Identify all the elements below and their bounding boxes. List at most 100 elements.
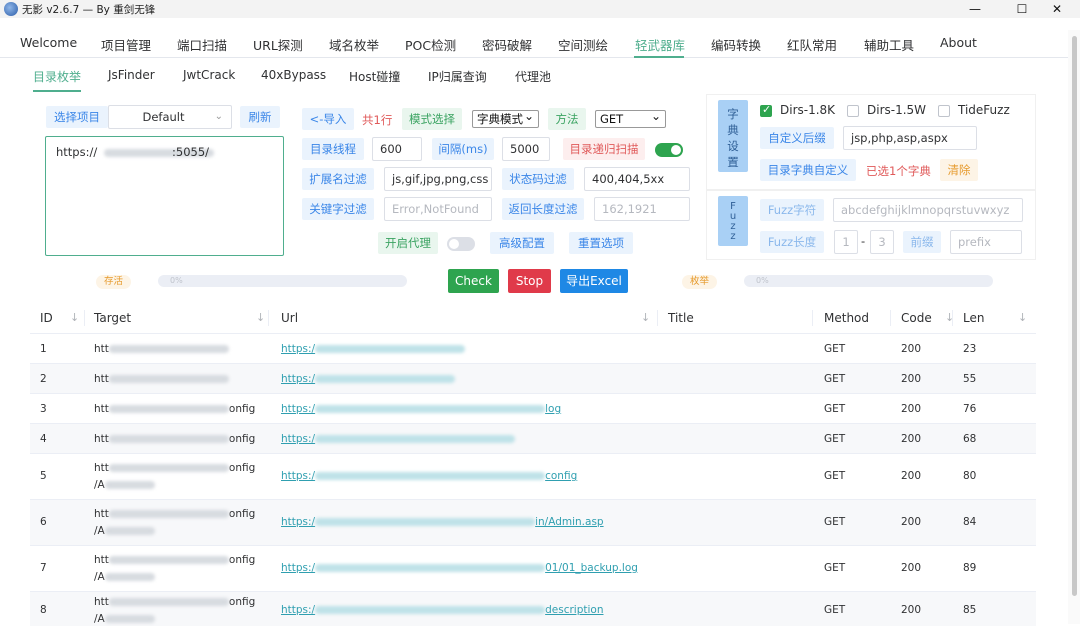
table-row[interactable]: 7 htt onfig /A https:/01/01_backup.log GE… [30, 546, 1036, 592]
table-row[interactable]: 5 htt onfig /A https:/config GET 200 80 [30, 454, 1036, 500]
cell-url-link[interactable]: https:/ [281, 373, 456, 385]
table-row[interactable]: 6 htt onfig /A https:/in/Admin.asp GET 20… [30, 500, 1036, 546]
close-button[interactable]: ✕ [1034, 0, 1080, 18]
cell-len: 68 [963, 433, 977, 445]
subtab-proxy-pool[interactable]: 代理池 [515, 68, 551, 85]
table-row[interactable]: 1 htt https:/ GET 200 23 [30, 334, 1036, 364]
cell-target: htt [94, 373, 229, 385]
mode-select[interactable]: 字典模式 [472, 108, 539, 128]
custom-suffix-input[interactable]: jsp,php,asp,aspx [843, 126, 977, 150]
cell-url-link[interactable]: https:/config [281, 470, 577, 482]
cell-id: 6 [40, 516, 47, 528]
cell-url-link[interactable]: https:/ [281, 343, 466, 355]
threads-input[interactable]: 600 [372, 137, 422, 161]
minimize-button[interactable]: — [952, 0, 998, 18]
cell-len: 76 [963, 403, 977, 415]
sort-icon: ↓ [1018, 311, 1028, 324]
cell-url-link[interactable]: https:/description [281, 604, 604, 616]
subtab-jsfinder[interactable]: JsFinder [108, 68, 155, 82]
proxy-toggle[interactable] [447, 237, 475, 251]
sort-icon: ↓ [70, 311, 80, 324]
alive-progress-text: 0% [170, 276, 183, 285]
dirs-1-5w-checkbox[interactable] [847, 105, 859, 117]
tab-url-probe[interactable]: URL探测 [253, 35, 303, 54]
keyword-filter-input[interactable]: Error,NotFound [384, 197, 492, 221]
tab-welcome[interactable]: Welcome [20, 35, 77, 50]
tab-project-management[interactable]: 项目管理 [101, 35, 151, 54]
subtab-jwtcrack[interactable]: JwtCrack [183, 68, 235, 82]
column-header-code[interactable]: Code ↓ [901, 302, 954, 334]
column-header-len[interactable]: Len ↓ [963, 302, 1027, 334]
cell-id: 5 [40, 470, 47, 482]
import-button[interactable]: <-导入 [302, 108, 354, 130]
fuzz-length-min-input[interactable]: 1 [834, 230, 858, 254]
subtab-dir-enum[interactable]: 目录枚举 [33, 68, 81, 85]
cell-len: 23 [963, 343, 977, 355]
app-logo-icon [4, 2, 18, 16]
tab-redteam[interactable]: 红队常用 [787, 35, 837, 54]
table-row[interactable]: 8 htt onfig /A https:/description GET 200… [30, 592, 1036, 626]
ext-filter-input[interactable]: js,gif,jpg,png,css [384, 167, 492, 191]
column-header-target[interactable]: Target ↓ [94, 302, 265, 334]
tab-poc-detect[interactable]: POC检测 [405, 35, 456, 54]
subtab-40xbypass[interactable]: 40xBypass [261, 68, 326, 82]
tab-light-arsenal[interactable]: 轻武器库 [635, 35, 685, 54]
fuzz-length-max-input[interactable]: 3 [870, 230, 894, 254]
method-select[interactable]: GET [595, 108, 666, 128]
tab-port-scan[interactable]: 端口扫描 [177, 35, 227, 54]
check-button[interactable]: Check [448, 269, 499, 293]
table-row[interactable]: 2 htt https:/ GET 200 55 [30, 364, 1036, 394]
column-divider [268, 310, 269, 326]
select-project-label[interactable]: 选择项目 [46, 106, 108, 128]
project-select[interactable]: Default ⌄ [108, 105, 232, 129]
tidefuzz-checkbox[interactable] [938, 105, 950, 117]
recursive-scan-toggle[interactable] [655, 143, 683, 157]
column-header-method[interactable]: Method [824, 302, 869, 334]
cell-id: 3 [40, 403, 47, 415]
tab-encoding[interactable]: 编码转换 [711, 35, 761, 54]
tab-about[interactable]: About [940, 35, 977, 50]
page-scrollbar-thumb[interactable] [1072, 36, 1077, 596]
cell-url-link[interactable]: https:/log [281, 403, 561, 415]
cell-target-line2: /A [94, 571, 155, 583]
main-tab-active-indicator [634, 56, 684, 58]
cell-url-link[interactable]: https:/ [281, 433, 516, 445]
column-header-url[interactable]: Url ↓ [281, 302, 650, 334]
status-code-filter-input[interactable]: 400,404,5xx [584, 167, 690, 191]
tab-domain-enum[interactable]: 域名枚举 [329, 35, 379, 54]
cell-target: htt onfig [94, 554, 256, 566]
dirs-1-8k-checkbox[interactable] [760, 103, 772, 117]
column-divider [812, 310, 813, 326]
table-row[interactable]: 3 htt onfig https:/log GET 200 76 [30, 394, 1036, 424]
mode-select-label: 模式选择 [402, 108, 462, 130]
prefix-input[interactable]: prefix [950, 230, 1022, 254]
fuzz-chars-input[interactable]: abcdefghijklmnopqrstuvwxyz [833, 198, 1023, 222]
column-header-title[interactable]: Title [668, 302, 694, 334]
subtab-host-collision[interactable]: Host碰撞 [349, 68, 400, 85]
table-row[interactable]: 4 htt onfig https:/ GET 200 68 [30, 424, 1036, 454]
column-divider [890, 310, 891, 326]
length-filter-input[interactable]: 162,1921 [594, 197, 690, 221]
interval-label: 间隔(ms) [432, 138, 494, 160]
reset-options-button[interactable]: 重置选项 [569, 232, 633, 254]
stop-button[interactable]: Stop [508, 269, 551, 293]
cell-url-link[interactable]: https:/in/Admin.asp [281, 516, 604, 528]
clear-dict-button[interactable]: 清除 [940, 159, 978, 181]
alive-progress-label: 存活 [96, 275, 132, 289]
custom-dict-button[interactable]: 目录字典自定义 [760, 159, 856, 181]
tab-password-crack[interactable]: 密码破解 [482, 35, 532, 54]
cell-target: htt onfig [94, 403, 256, 415]
cell-target-line2: /A [94, 525, 155, 537]
url-textarea[interactable]: https:// :5055/ [45, 136, 284, 256]
subtab-ip-lookup[interactable]: IP归属查询 [428, 68, 487, 85]
cell-method: GET [824, 343, 846, 355]
url-text-suffix: :5055/ [172, 145, 210, 159]
tab-space-mapping[interactable]: 空间测绘 [558, 35, 608, 54]
cell-url-link[interactable]: https:/01/01_backup.log [281, 562, 638, 574]
export-excel-button[interactable]: 导出Excel [560, 269, 628, 293]
tab-aux-tools[interactable]: 辅助工具 [864, 35, 914, 54]
interval-input[interactable]: 5000 [502, 137, 550, 161]
refresh-button[interactable]: 刷新 [240, 106, 280, 128]
column-header-id[interactable]: ID ↓ [40, 302, 79, 334]
advanced-config-button[interactable]: 高级配置 [490, 232, 554, 254]
